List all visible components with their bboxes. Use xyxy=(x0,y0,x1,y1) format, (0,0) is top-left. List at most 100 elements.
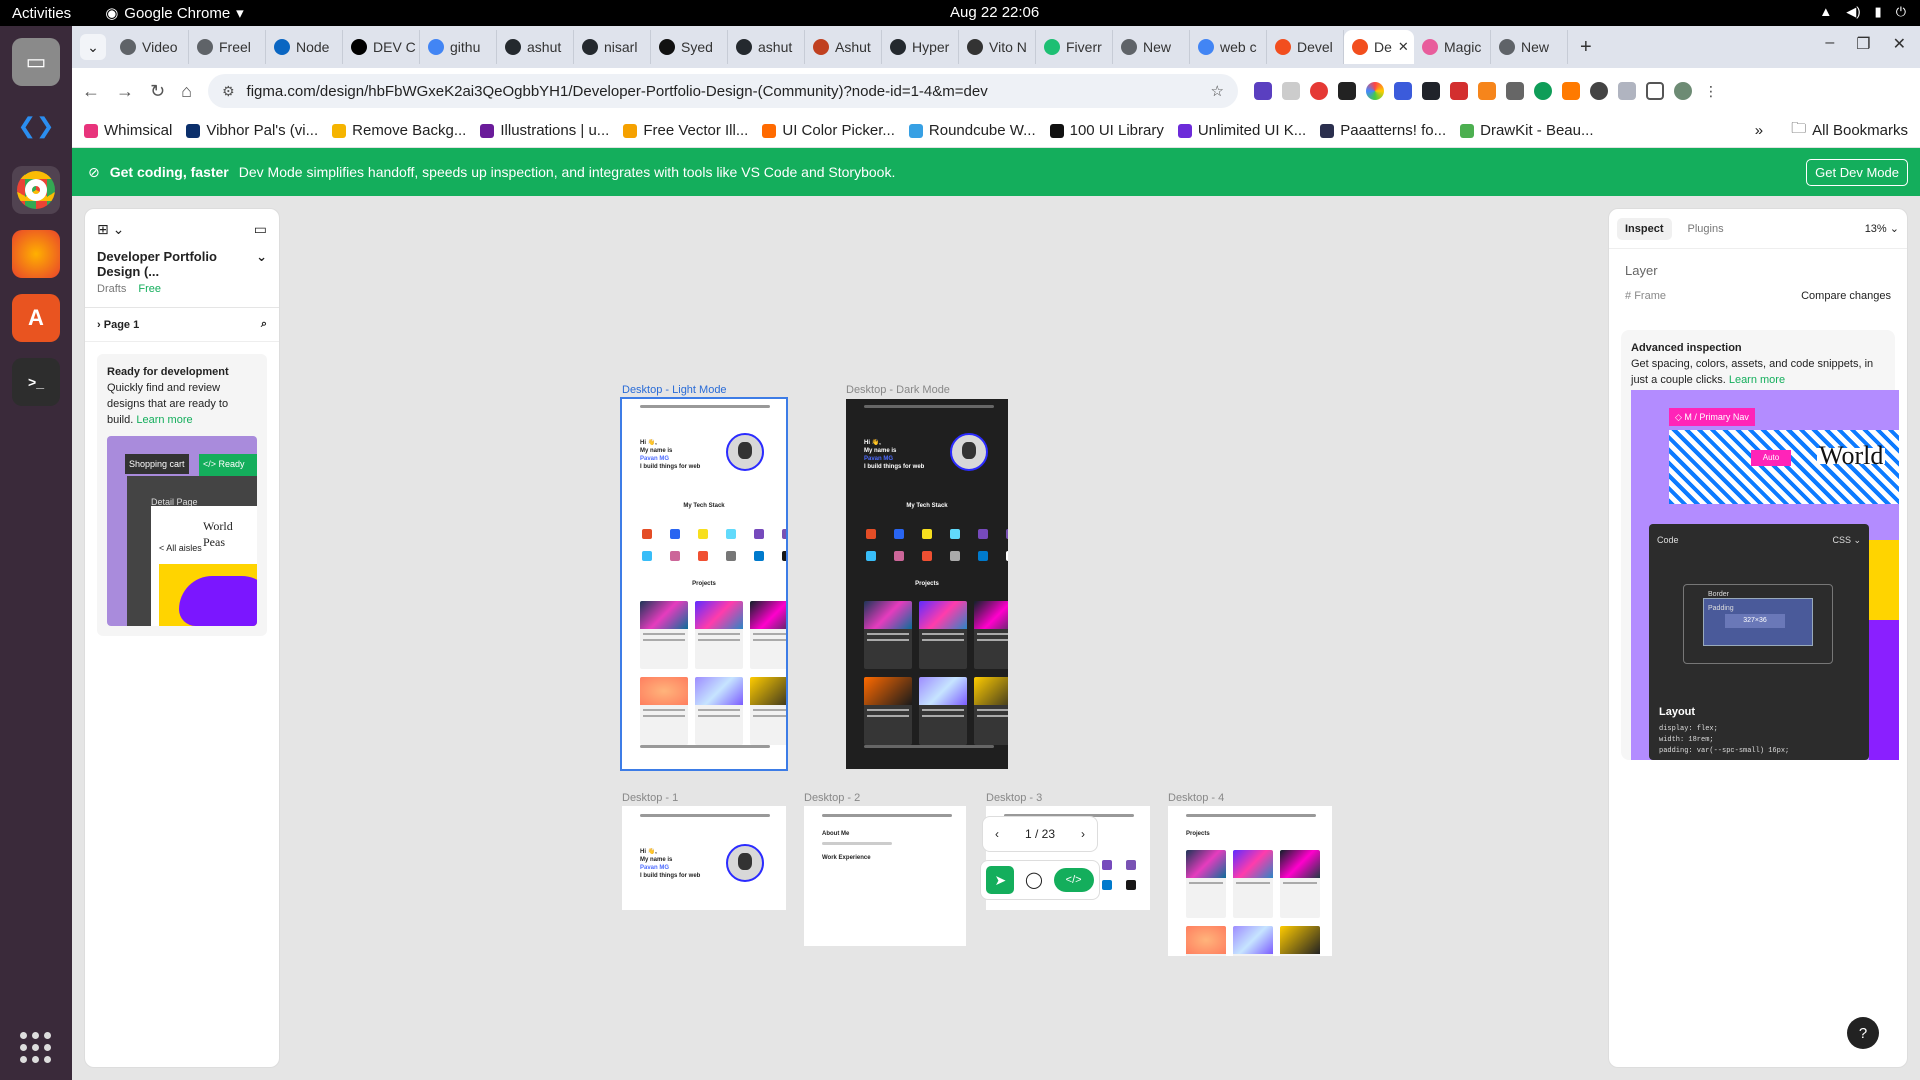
learn-more-link[interactable]: Learn more xyxy=(136,414,192,426)
figma-menu-icon[interactable]: ⊞ ⌄ xyxy=(97,221,124,238)
frame-desktop-1[interactable]: Hi 👋, My name is Pavan MG I build things fo… xyxy=(622,806,786,910)
frame-label-dark[interactable]: Desktop - Dark Mode xyxy=(846,384,950,396)
move-tool-icon[interactable]: ➤ xyxy=(986,866,1015,894)
minimize-icon[interactable]: – xyxy=(1825,34,1834,54)
back-icon[interactable]: ← xyxy=(82,81,100,102)
kebab-menu-icon[interactable]: ⋮ xyxy=(1702,82,1720,100)
bookmark-item[interactable]: Paaatterns! fo... xyxy=(1320,122,1446,139)
browser-tab[interactable]: nisarl xyxy=(574,30,651,64)
tab-plugins[interactable]: Plugins xyxy=(1680,218,1732,240)
chrome-dock-icon[interactable] xyxy=(12,166,60,214)
more-bookmarks-button[interactable]: » xyxy=(1755,122,1763,139)
file-name[interactable]: Developer Portfolio Design (... ⌄ xyxy=(85,249,279,279)
next-frame-button[interactable]: › xyxy=(1081,827,1085,841)
extension-icon[interactable] xyxy=(1393,82,1412,100)
extension-icon[interactable] xyxy=(1449,82,1468,100)
app-menu[interactable]: ◉ Google Chrome ▾ xyxy=(105,4,244,23)
browser-tab[interactable]: web c xyxy=(1190,30,1267,64)
tab-inspect[interactable]: Inspect xyxy=(1617,217,1672,240)
extension-icon[interactable] xyxy=(1337,82,1356,100)
vscode-icon[interactable]: ❮❯ xyxy=(12,102,60,150)
frame-label-light[interactable]: Desktop - Light Mode xyxy=(622,384,727,396)
browser-tab[interactable]: ashut xyxy=(728,30,805,64)
files-icon[interactable]: ▭ xyxy=(12,38,60,86)
terminal-icon[interactable]: >_ xyxy=(12,358,60,406)
close-icon[interactable]: ✕ xyxy=(1893,34,1906,54)
page-selector[interactable]: › Page 1 ⌕ xyxy=(85,308,279,342)
browser-tab[interactable]: ashut xyxy=(497,30,574,64)
browser-tab[interactable]: New xyxy=(1491,30,1568,64)
bookmark-item[interactable]: Remove Backg... xyxy=(332,122,466,139)
bookmark-item[interactable]: Vibhor Pal's (vi... xyxy=(186,122,318,139)
browser-tab[interactable]: New xyxy=(1113,30,1190,64)
frame-dark-mode[interactable]: Hi 👋, My name is Pavan MG I build things fo… xyxy=(846,399,1008,769)
extension-icon[interactable] xyxy=(1505,82,1524,100)
dev-mode-toggle[interactable]: </> xyxy=(1053,868,1094,892)
extension-icon[interactable] xyxy=(1253,82,1272,100)
bookmark-item[interactable]: Unlimited UI K... xyxy=(1177,122,1306,139)
forward-icon[interactable]: → xyxy=(116,81,134,102)
home-icon[interactable]: ⌂ xyxy=(181,81,192,102)
design-canvas[interactable]: Desktop - Light Mode Hi 👋, My name is Pava… xyxy=(292,196,1656,1080)
frame-desktop-4[interactable]: Projects xyxy=(1168,806,1332,956)
zoom-control[interactable]: 13% ⌄ xyxy=(1865,222,1899,235)
browser-tab[interactable]: Hyper xyxy=(882,30,959,64)
bookmark-item[interactable]: Whimsical xyxy=(84,122,172,139)
bookmark-item[interactable]: Roundcube W... xyxy=(908,122,1036,139)
browser-tab[interactable]: Syed xyxy=(651,30,728,64)
browser-tab[interactable]: Video xyxy=(112,30,189,64)
frame-desktop-2[interactable]: About Me Work Experience xyxy=(804,806,966,946)
extension-icon[interactable] xyxy=(1617,82,1636,100)
activities-button[interactable]: Activities xyxy=(12,5,71,22)
help-button[interactable]: ? xyxy=(1847,1017,1879,1049)
frame-light-mode[interactable]: Hi 👋, My name is Pavan MG I build things fo… xyxy=(620,397,788,771)
bookmark-item[interactable]: 100 UI Library xyxy=(1049,122,1164,139)
frame-label-1[interactable]: Desktop - 1 xyxy=(622,792,678,804)
app-center-icon[interactable]: A xyxy=(12,294,60,342)
show-apps-icon[interactable] xyxy=(20,1032,52,1064)
reload-icon[interactable]: ↻ xyxy=(150,81,165,102)
firefox-icon[interactable] xyxy=(12,230,60,278)
frame-label-3[interactable]: Desktop - 3 xyxy=(986,792,1042,804)
browser-tab[interactable]: Ashut xyxy=(805,30,882,64)
close-tab-icon[interactable]: ✕ xyxy=(1398,39,1409,55)
metamask-icon[interactable] xyxy=(1477,82,1496,100)
browser-tab[interactable]: Vito N xyxy=(959,30,1036,64)
frame-label-2[interactable]: Desktop - 2 xyxy=(804,792,860,804)
tab-search-button[interactable]: ⌄ xyxy=(80,34,106,60)
react-devtools-icon[interactable] xyxy=(1421,82,1440,100)
frame-label-4[interactable]: Desktop - 4 xyxy=(1168,792,1224,804)
all-bookmarks-button[interactable]: 🗀 All Bookmarks xyxy=(1791,118,1908,143)
clock[interactable]: Aug 22 22:06 xyxy=(950,4,1039,21)
adblock-icon[interactable] xyxy=(1309,82,1328,100)
browser-tab[interactable]: Magic xyxy=(1414,30,1491,64)
system-tray[interactable]: ▲ ◀) ▮ ⏻ xyxy=(1819,4,1906,20)
browser-tab[interactable]: githu xyxy=(420,30,497,64)
browser-tab[interactable]: Node xyxy=(266,30,343,64)
browser-tab[interactable]: DEV C xyxy=(343,30,420,64)
extension-icon[interactable] xyxy=(1281,82,1300,100)
learn-more-link[interactable]: Learn more xyxy=(1729,374,1785,386)
browser-tab[interactable]: Fiverr xyxy=(1036,30,1113,64)
extension-icon[interactable] xyxy=(1365,82,1384,100)
get-dev-mode-button[interactable]: Get Dev Mode xyxy=(1806,158,1908,186)
browser-tab[interactable]: De ✕ xyxy=(1344,30,1414,64)
bookmark-item[interactable]: Free Vector Ill... xyxy=(623,122,748,139)
search-icon[interactable]: ⌕ xyxy=(261,318,267,331)
site-info-icon[interactable]: ⚙ xyxy=(222,83,235,100)
extension-icon[interactable] xyxy=(1533,82,1552,100)
sidebar-toggle-icon[interactable]: ▭ xyxy=(254,221,267,238)
previous-frame-button[interactable]: ‹ xyxy=(995,827,999,841)
compare-changes-button[interactable]: Compare changes xyxy=(1801,290,1891,302)
bookmark-star-icon[interactable]: ☆ xyxy=(1211,82,1224,100)
profile-avatar[interactable] xyxy=(1673,82,1692,100)
comment-tool-icon[interactable]: ◯ xyxy=(1025,870,1043,890)
bookmark-item[interactable]: Illustrations | u... xyxy=(480,122,609,139)
browser-tab[interactable]: Devel xyxy=(1267,30,1344,64)
bookmark-item[interactable]: DrawKit - Beau... xyxy=(1460,122,1594,139)
puzzle-icon[interactable] xyxy=(1645,82,1664,100)
restore-icon[interactable]: ❐ xyxy=(1856,34,1870,54)
extension-icon[interactable] xyxy=(1589,82,1608,100)
browser-tab[interactable]: Freel xyxy=(189,30,266,64)
bookmark-item[interactable]: UI Color Picker... xyxy=(762,122,895,139)
